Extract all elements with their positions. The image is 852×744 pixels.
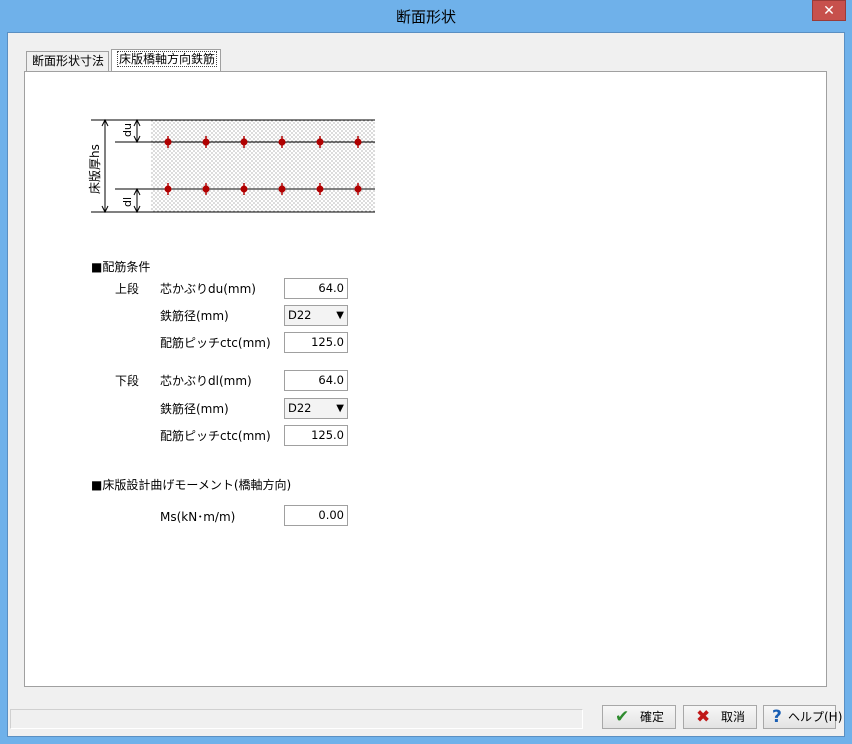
tab-panel: 床版厚hs du dl ■配筋条件 上段 芯かぶりdu(mm) 64.0 鉄筋径… xyxy=(24,71,827,687)
upper-diameter-label: 鉄筋径(mm) xyxy=(160,309,229,323)
tab-section-dimensions[interactable]: 断面形状寸法 xyxy=(26,51,109,71)
slab-section-diagram: 床版厚hs du dl xyxy=(75,112,379,225)
lower-pitch-input[interactable]: 125.0 xyxy=(284,425,348,446)
upper-diameter-select[interactable]: D22 ▼ xyxy=(284,305,348,326)
close-button[interactable]: ✕ xyxy=(812,0,846,21)
chevron-down-icon: ▼ xyxy=(336,310,344,321)
chevron-down-icon: ▼ xyxy=(336,403,344,414)
cancel-button[interactable]: ✖ 取消 xyxy=(683,705,757,729)
cancel-button-label: 取消 xyxy=(721,710,746,724)
upper-cover-input[interactable]: 64.0 xyxy=(284,278,348,299)
lower-layer-label: 下段 xyxy=(115,374,140,388)
ok-button[interactable]: ✔ 確定 xyxy=(602,705,676,729)
lower-diameter-value: D22 xyxy=(288,401,312,415)
thickness-label: 床版厚hs xyxy=(88,144,102,194)
help-button-label: ヘルプ(H) xyxy=(788,710,843,724)
slab-concrete xyxy=(151,120,379,212)
check-icon: ✔ xyxy=(615,707,630,727)
moment-input[interactable]: 0.00 xyxy=(284,505,348,526)
ok-button-label: 確定 xyxy=(640,710,665,724)
lower-pitch-label: 配筋ピッチctc(mm) xyxy=(160,429,271,443)
window-title: 断面形状 xyxy=(395,8,456,26)
lower-diameter-label: 鉄筋径(mm) xyxy=(160,402,229,416)
lower-diameter-select[interactable]: D22 ▼ xyxy=(284,398,348,419)
upper-diameter-value: D22 xyxy=(288,308,312,322)
upper-pitch-input[interactable]: 125.0 xyxy=(284,332,348,353)
moment-label: Ms(kN･m/m) xyxy=(160,510,236,524)
top-cover-label: du xyxy=(121,123,134,137)
upper-layer-label: 上段 xyxy=(115,282,140,296)
title-bar[interactable]: 断面形状 ✕ xyxy=(0,0,852,32)
help-button[interactable]: ? ヘルプ(H) xyxy=(763,705,842,729)
status-bar xyxy=(10,709,583,729)
tab-longitudinal-rebar-label: 床版橋軸方向鉄筋 xyxy=(117,51,218,67)
upper-cover-label: 芯かぶりdu(mm) xyxy=(160,282,256,296)
lower-cover-label: 芯かぶりdl(mm) xyxy=(160,374,252,388)
lower-cover-input[interactable]: 64.0 xyxy=(284,370,348,391)
upper-pitch-label: 配筋ピッチctc(mm) xyxy=(160,336,271,350)
bottom-cover-label: dl xyxy=(121,197,134,207)
tab-longitudinal-rebar[interactable]: 床版橋軸方向鉄筋 xyxy=(111,49,221,71)
rebar-conditions-heading: ■配筋条件 xyxy=(91,260,151,274)
question-icon: ? xyxy=(772,707,782,727)
dialog-client: 断面形状寸法 床版橋軸方向鉄筋 床版厚hs du dl ■配筋条件 上段 芯かぶ… xyxy=(7,32,845,737)
slab-section-svg: 床版厚hs du dl xyxy=(88,118,379,214)
x-icon: ✖ xyxy=(696,707,711,727)
dialog-window: 断面形状 ✕ 断面形状寸法 床版橋軸方向鉄筋 床版厚hs du dl ■配筋条件… xyxy=(0,0,852,744)
moment-heading: ■床版設計曲げモーメント(橋軸方向) xyxy=(91,478,292,492)
